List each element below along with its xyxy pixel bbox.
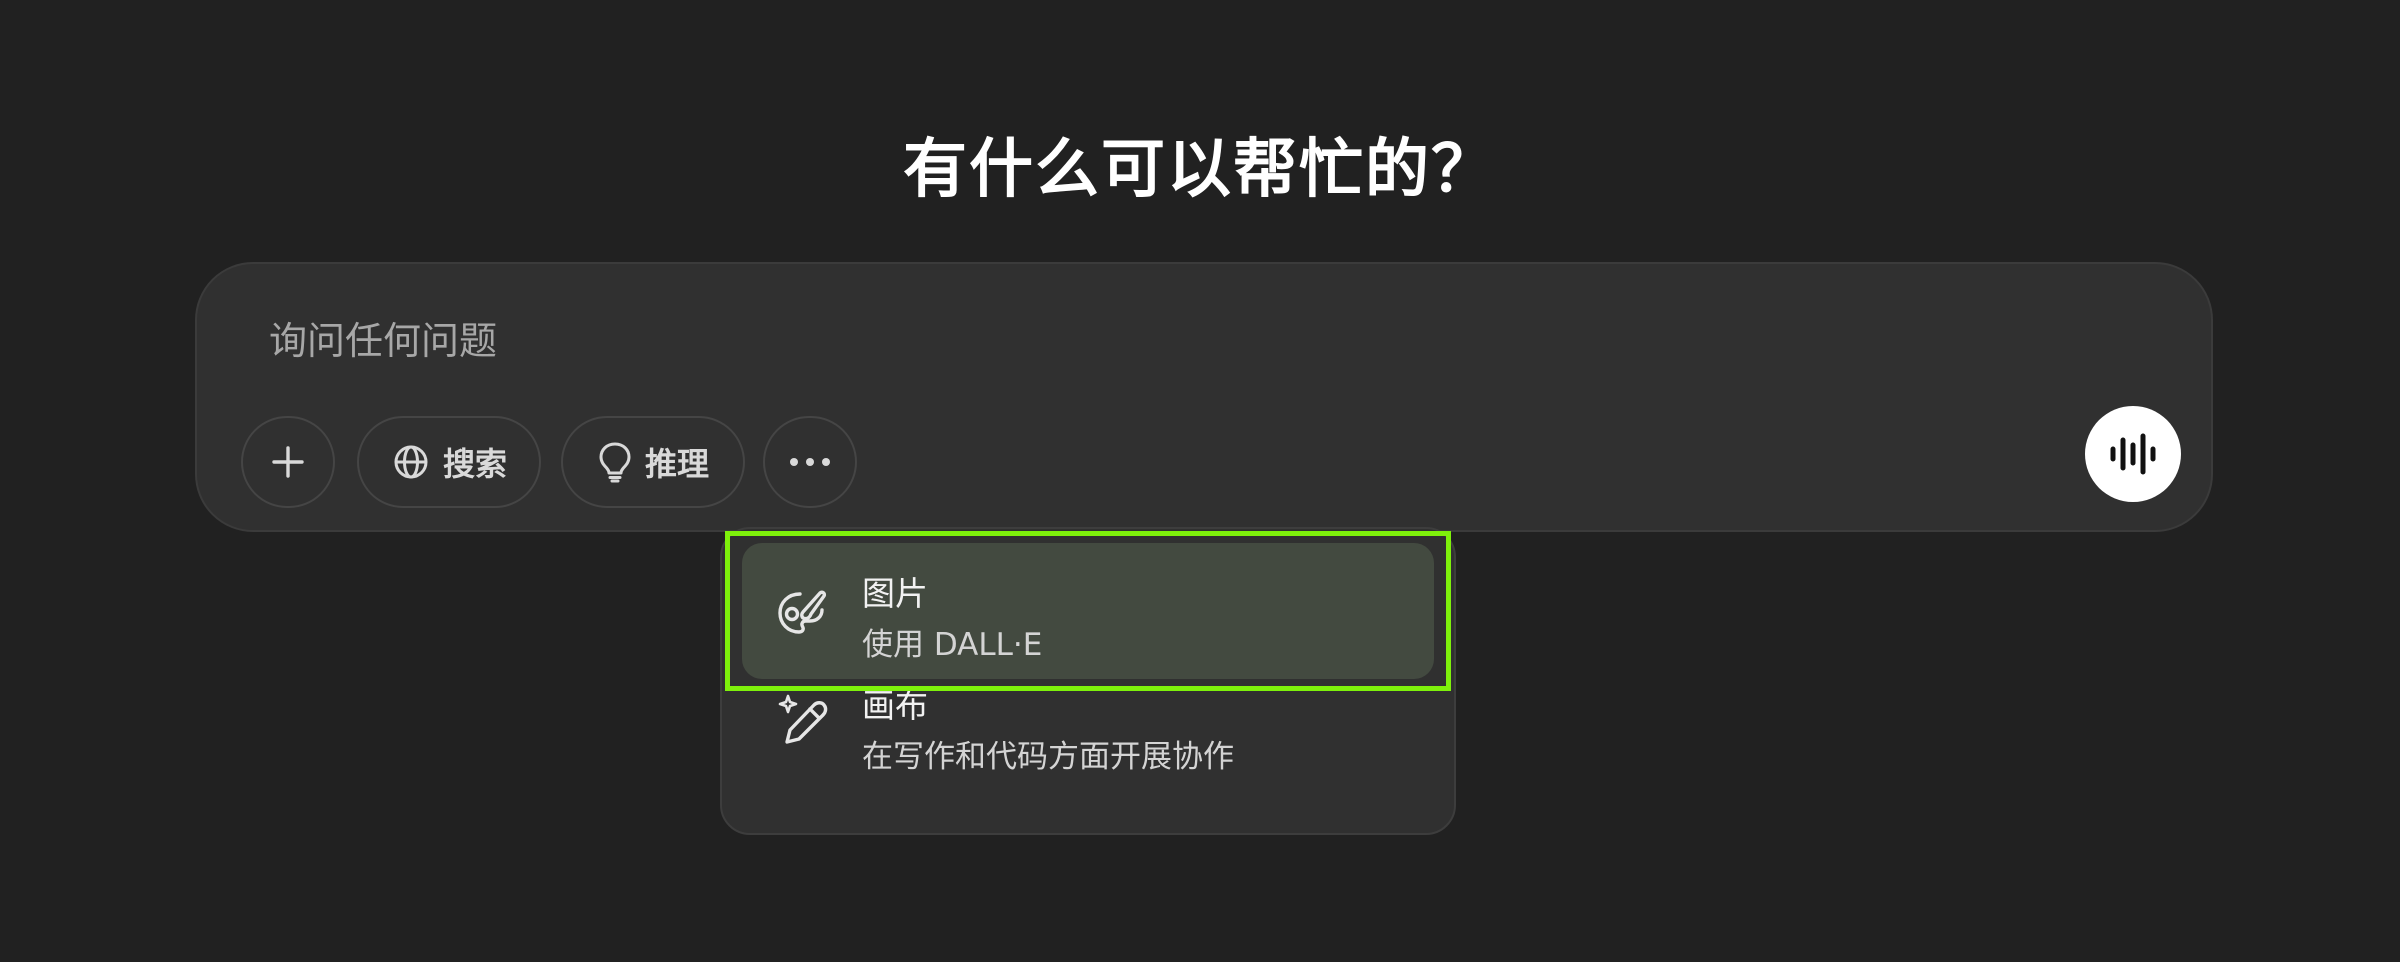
composer: 搜索 推理 bbox=[195, 262, 2213, 532]
plus-icon bbox=[272, 446, 304, 478]
menu-item-images-description: 使用 DALL·E bbox=[862, 627, 1043, 663]
search-button-label: 搜索 bbox=[442, 445, 507, 483]
lightbulb-icon bbox=[599, 442, 631, 483]
prompt-input[interactable] bbox=[267, 310, 1971, 372]
more-tools-button[interactable] bbox=[763, 416, 857, 508]
palette-brush-icon bbox=[778, 590, 827, 634]
menu-item-images[interactable]: 图片 使用 DALL·E bbox=[742, 543, 1434, 679]
tools-menu: 图片 使用 DALL·E 画布 在写作和代码方面开展协作 bbox=[720, 527, 1456, 835]
reason-button-label: 推理 bbox=[644, 445, 709, 483]
add-attachment-button[interactable] bbox=[241, 416, 335, 508]
voice-waveform-icon bbox=[2110, 433, 2156, 475]
reason-button[interactable]: 推理 bbox=[561, 416, 745, 508]
ellipsis-icon bbox=[790, 458, 830, 466]
page-title: 有什么可以帮忙的？ bbox=[903, 133, 1497, 207]
menu-item-canvas-title: 画布 bbox=[862, 686, 928, 725]
page: 有什么可以帮忙的？ 搜索 推理 bbox=[0, 0, 2400, 962]
sparkle-pencil-icon bbox=[778, 694, 828, 744]
menu-item-images-title: 图片 bbox=[862, 574, 928, 613]
globe-icon bbox=[394, 445, 428, 479]
menu-item-canvas[interactable]: 画布 在写作和代码方面开展协作 bbox=[742, 679, 1434, 815]
search-button[interactable]: 搜索 bbox=[357, 416, 541, 508]
menu-item-canvas-description: 在写作和代码方面开展协作 bbox=[862, 739, 1234, 775]
voice-mode-button[interactable] bbox=[2085, 406, 2181, 502]
